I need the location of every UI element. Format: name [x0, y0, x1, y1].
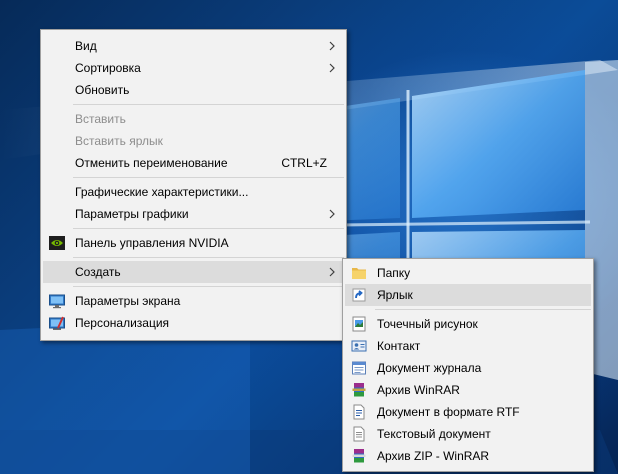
menu-item-label: Архив WinRAR [377, 383, 460, 397]
menu-item-label: Сортировка [75, 61, 141, 75]
menu-separator [73, 286, 344, 287]
menu-item-view[interactable]: Вид [43, 35, 344, 57]
menu-separator [73, 257, 344, 258]
menu-item-label: Отменить переименование [75, 156, 228, 170]
submenu-item-bitmap-image[interactable]: Точечный рисунок [345, 313, 591, 335]
menu-item-label: Панель управления NVIDIA [75, 236, 229, 250]
menu-item-paste-shortcut: Вставить ярлык [43, 130, 344, 152]
menu-item-label: Текстовый документ [377, 427, 491, 441]
submenu-item-journal-document[interactable]: Документ журнала [345, 357, 591, 379]
menu-item-label: Архив ZIP - WinRAR [377, 449, 490, 463]
menu-item-label: Графические характеристики... [75, 185, 249, 199]
menu-item-sort[interactable]: Сортировка [43, 57, 344, 79]
menu-item-label: Параметры графики [75, 207, 189, 221]
menu-item-label: Параметры экрана [75, 294, 181, 308]
menu-item-label: Контакт [377, 339, 421, 353]
menu-item-paste: Вставить [43, 108, 344, 130]
menu-item-label: Обновить [75, 83, 130, 97]
submenu-item-folder[interactable]: Папку [345, 262, 591, 284]
menu-item-nvidia-control-panel[interactable]: Панель управления NVIDIA [43, 232, 344, 254]
menu-item-label: Вставить ярлык [75, 134, 163, 148]
menu-item-label: Документ в формате RTF [377, 405, 520, 419]
submenu-item-rtf-document[interactable]: Документ в формате RTF [345, 401, 591, 423]
menu-item-refresh[interactable]: Обновить [43, 79, 344, 101]
desktop-context-menu: Вид Сортировка Обновить Вставить Вставит… [40, 29, 347, 341]
menu-item-create-new[interactable]: Создать [43, 261, 344, 283]
folder-icon [352, 268, 366, 279]
display-settings-icon [49, 294, 65, 309]
menu-item-label: Точечный рисунок [377, 317, 478, 331]
menu-item-label: Вставить [75, 112, 126, 126]
menu-item-graphics-options[interactable]: Параметры графики [43, 203, 344, 225]
submenu-item-text-document[interactable]: Текстовый документ [345, 423, 591, 445]
menu-item-label: Создать [75, 265, 121, 279]
menu-item-personalization[interactable]: Персонализация [43, 312, 344, 334]
chevron-right-icon [329, 63, 335, 73]
winrar-archive-icon [352, 383, 366, 397]
menu-item-display-settings[interactable]: Параметры экрана [43, 290, 344, 312]
rtf-document-icon [353, 404, 365, 420]
shortcut-label: CTRL+Z [281, 156, 327, 170]
chevron-right-icon [329, 267, 335, 277]
shortcut-icon [352, 288, 366, 302]
journal-document-icon [352, 361, 366, 375]
menu-separator [73, 228, 344, 229]
menu-item-label: Папку [377, 266, 411, 280]
personalization-icon [49, 316, 65, 330]
menu-item-graphics-properties[interactable]: Графические характеристики... [43, 181, 344, 203]
chevron-right-icon [329, 209, 335, 219]
menu-item-label: Персонализация [75, 316, 170, 330]
contact-icon [351, 340, 367, 352]
menu-separator [375, 309, 591, 310]
submenu-item-contact[interactable]: Контакт [345, 335, 591, 357]
nvidia-icon [49, 236, 65, 250]
menu-separator [73, 177, 344, 178]
submenu-item-winrar-archive[interactable]: Архив WinRAR [345, 379, 591, 401]
text-document-icon [353, 426, 365, 442]
menu-item-undo-rename[interactable]: Отменить переименование CTRL+Z [43, 152, 344, 174]
menu-item-label: Вид [75, 39, 97, 53]
create-new-submenu: Папку Ярлык Точечный рисунок Контакт Док… [342, 258, 594, 472]
submenu-item-winrar-zip[interactable]: Архив ZIP - WinRAR [345, 445, 591, 467]
menu-separator [73, 104, 344, 105]
bitmap-image-icon [352, 316, 366, 332]
chevron-right-icon [329, 41, 335, 51]
menu-item-label: Ярлык [377, 288, 413, 302]
submenu-item-shortcut[interactable]: Ярлык [345, 284, 591, 306]
winrar-zip-icon [352, 449, 366, 463]
menu-item-label: Документ журнала [377, 361, 482, 375]
